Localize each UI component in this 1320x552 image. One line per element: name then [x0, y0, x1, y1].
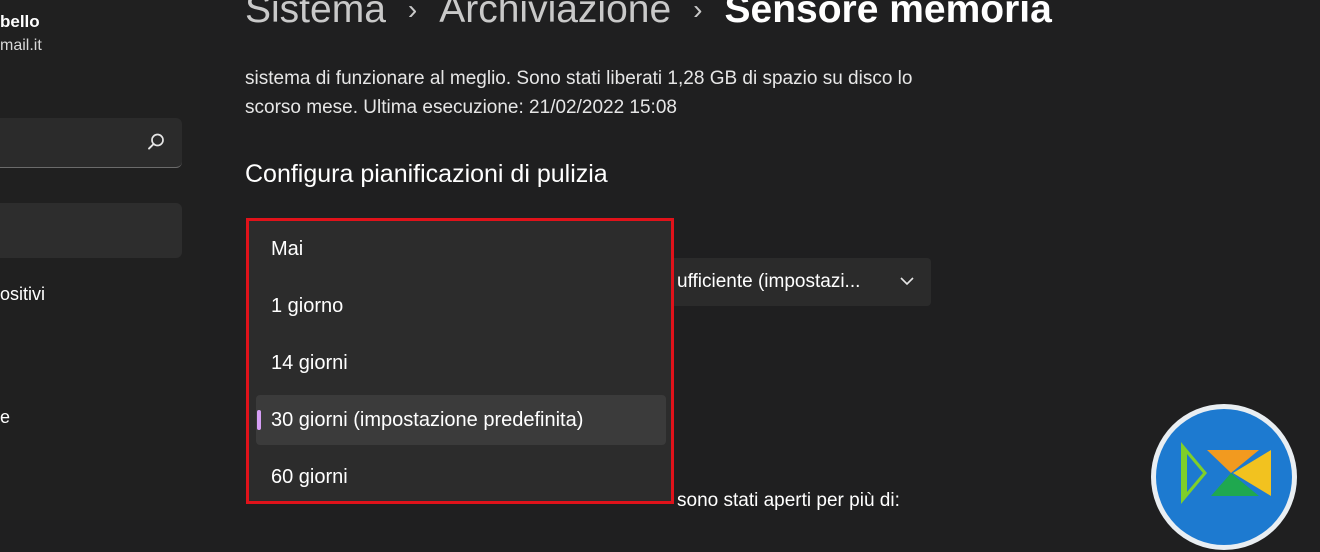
option-label: 30 giorni (impostazione predefinita)	[271, 408, 584, 431]
option-label: 14 giorni	[271, 351, 348, 374]
section-title: Configura pianificazioni di pulizia	[245, 160, 608, 188]
user-email: mail.it	[0, 37, 42, 54]
dropdown-option-1-giorno[interactable]: 1 giorno	[256, 281, 666, 331]
dropdown-option-mai[interactable]: Mai	[256, 224, 666, 274]
option-label: 1 giorno	[271, 294, 344, 317]
sidebar-item-dispositivi[interactable]: ositivi	[0, 284, 45, 305]
option-label: Mai	[271, 237, 304, 260]
search-icon[interactable]	[146, 132, 166, 152]
sidebar-item-selected[interactable]	[0, 203, 182, 258]
search-input[interactable]	[0, 118, 182, 168]
breadcrumb: Sistema › Archiviazione › Sensore memori…	[245, 0, 1052, 32]
option-label: 60 giorni	[271, 465, 348, 488]
selection-indicator	[257, 410, 261, 430]
page-title: Sensore memoria	[724, 0, 1052, 31]
sidebar: bello mail.it ositivi e	[0, 0, 200, 520]
duration-dropdown-menu: Mai 1 giorno 14 giorni 30 giorni (impost…	[246, 218, 674, 504]
breadcrumb-item-sistema[interactable]: Sistema	[245, 0, 386, 32]
dropdown-option-60-giorni[interactable]: 60 giorni	[256, 452, 666, 502]
dropdown-option-14-giorni[interactable]: 14 giorni	[256, 338, 666, 388]
downloads-setting-label: sono stati aperti per più di:	[677, 490, 900, 511]
storage-sense-description: sistema di funzionare al meglio. Sono st…	[245, 68, 913, 118]
chevron-right-icon: ›	[693, 0, 703, 25]
chevron-right-icon: ›	[407, 0, 418, 25]
breadcrumb-item-archiviazione[interactable]: Archiviazione	[439, 0, 671, 32]
select-value: ufficiente (impostazi...	[677, 271, 861, 292]
sidebar-item-partial[interactable]: e	[0, 407, 10, 428]
dropdown-option-30-giorni[interactable]: 30 giorni (impostazione predefinita)	[256, 395, 666, 445]
user-name: bello	[0, 12, 40, 31]
channel-logo-icon	[1151, 404, 1297, 550]
chevron-down-icon	[900, 277, 914, 286]
